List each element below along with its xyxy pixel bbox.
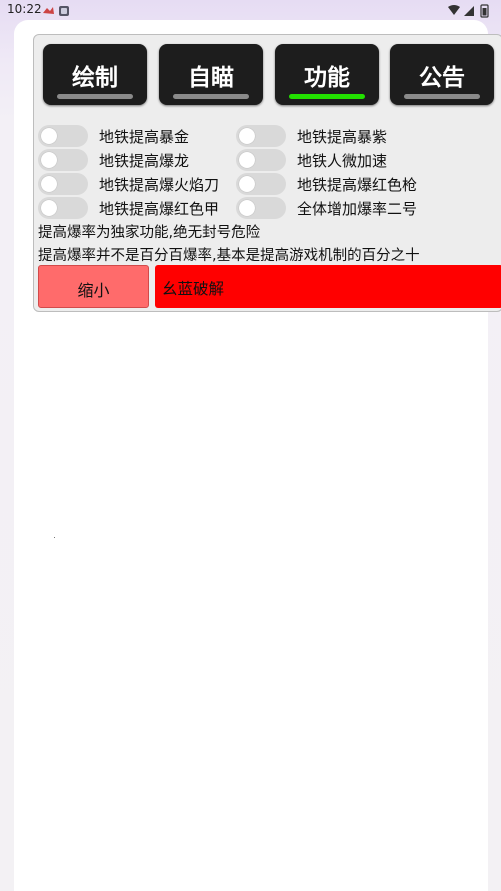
tab-indicator-active (289, 94, 365, 99)
tab-label: 功能 (304, 65, 350, 91)
wifi-signal-battery-icon (448, 4, 489, 18)
tab-label: 绘制 (72, 65, 118, 91)
tab-label: 自瞄 (188, 65, 234, 91)
toggle-switch[interactable] (236, 149, 286, 171)
tab-features[interactable]: 功能 (275, 44, 379, 105)
tab-indicator (173, 94, 249, 99)
option-label: 地铁提高爆龙 (99, 152, 190, 170)
notification-icon (43, 6, 69, 16)
switch-knob (41, 176, 57, 192)
drop-rate-note: 提高爆率并不是百分百爆率,基本是提高游戏机制的百分之十 (38, 248, 420, 264)
toggle-switch[interactable] (38, 125, 88, 147)
tab-aimbot[interactable]: 自瞄 (159, 44, 263, 105)
switch-knob (239, 200, 255, 216)
toggle-switch[interactable] (236, 125, 286, 147)
toggle-switch[interactable] (236, 173, 286, 195)
toggle-switch[interactable] (38, 197, 88, 219)
switch-knob (41, 152, 57, 168)
switch-knob (41, 200, 57, 216)
status-time: 10:22 (7, 2, 42, 16)
shrink-button-label: 缩小 (77, 281, 110, 300)
safety-note: 提高爆率为独家功能,绝无封号危险 (38, 225, 261, 241)
option-label: 地铁提高爆红色甲 (99, 200, 220, 218)
stray-dot (54, 537, 55, 538)
brand-label: 幺蓝破解 (162, 280, 225, 298)
tab-draw[interactable]: 绘制 (43, 44, 147, 105)
tab-indicator (404, 94, 480, 99)
status-bar: 10:22 (0, 0, 501, 20)
mod-menu-panel: 绘制 自瞄 功能 公告 地铁提高暴金 地铁提高暴紫 地铁提高爆龙 地铁人微加速 … (33, 34, 501, 312)
switch-knob (239, 152, 255, 168)
option-label: 地铁提高爆红色枪 (297, 176, 418, 194)
option-label: 全体增加爆率二号 (297, 200, 418, 218)
shrink-button[interactable]: 缩小 (38, 265, 149, 308)
toggle-switch[interactable] (38, 149, 88, 171)
switch-knob (239, 128, 255, 144)
option-label: 地铁人微加速 (297, 152, 388, 170)
switch-knob (41, 128, 57, 144)
brand-bar[interactable]: 幺蓝破解 (155, 265, 501, 308)
tab-indicator (57, 94, 133, 99)
toggle-switch[interactable] (38, 173, 88, 195)
tab-label: 公告 (419, 65, 465, 91)
switch-knob (239, 176, 255, 192)
tab-announcement[interactable]: 公告 (390, 44, 494, 105)
option-label: 地铁提高暴金 (99, 128, 190, 146)
option-label: 地铁提高暴紫 (297, 128, 388, 146)
option-label: 地铁提高爆火焰刀 (99, 176, 220, 194)
toggle-switch[interactable] (236, 197, 286, 219)
